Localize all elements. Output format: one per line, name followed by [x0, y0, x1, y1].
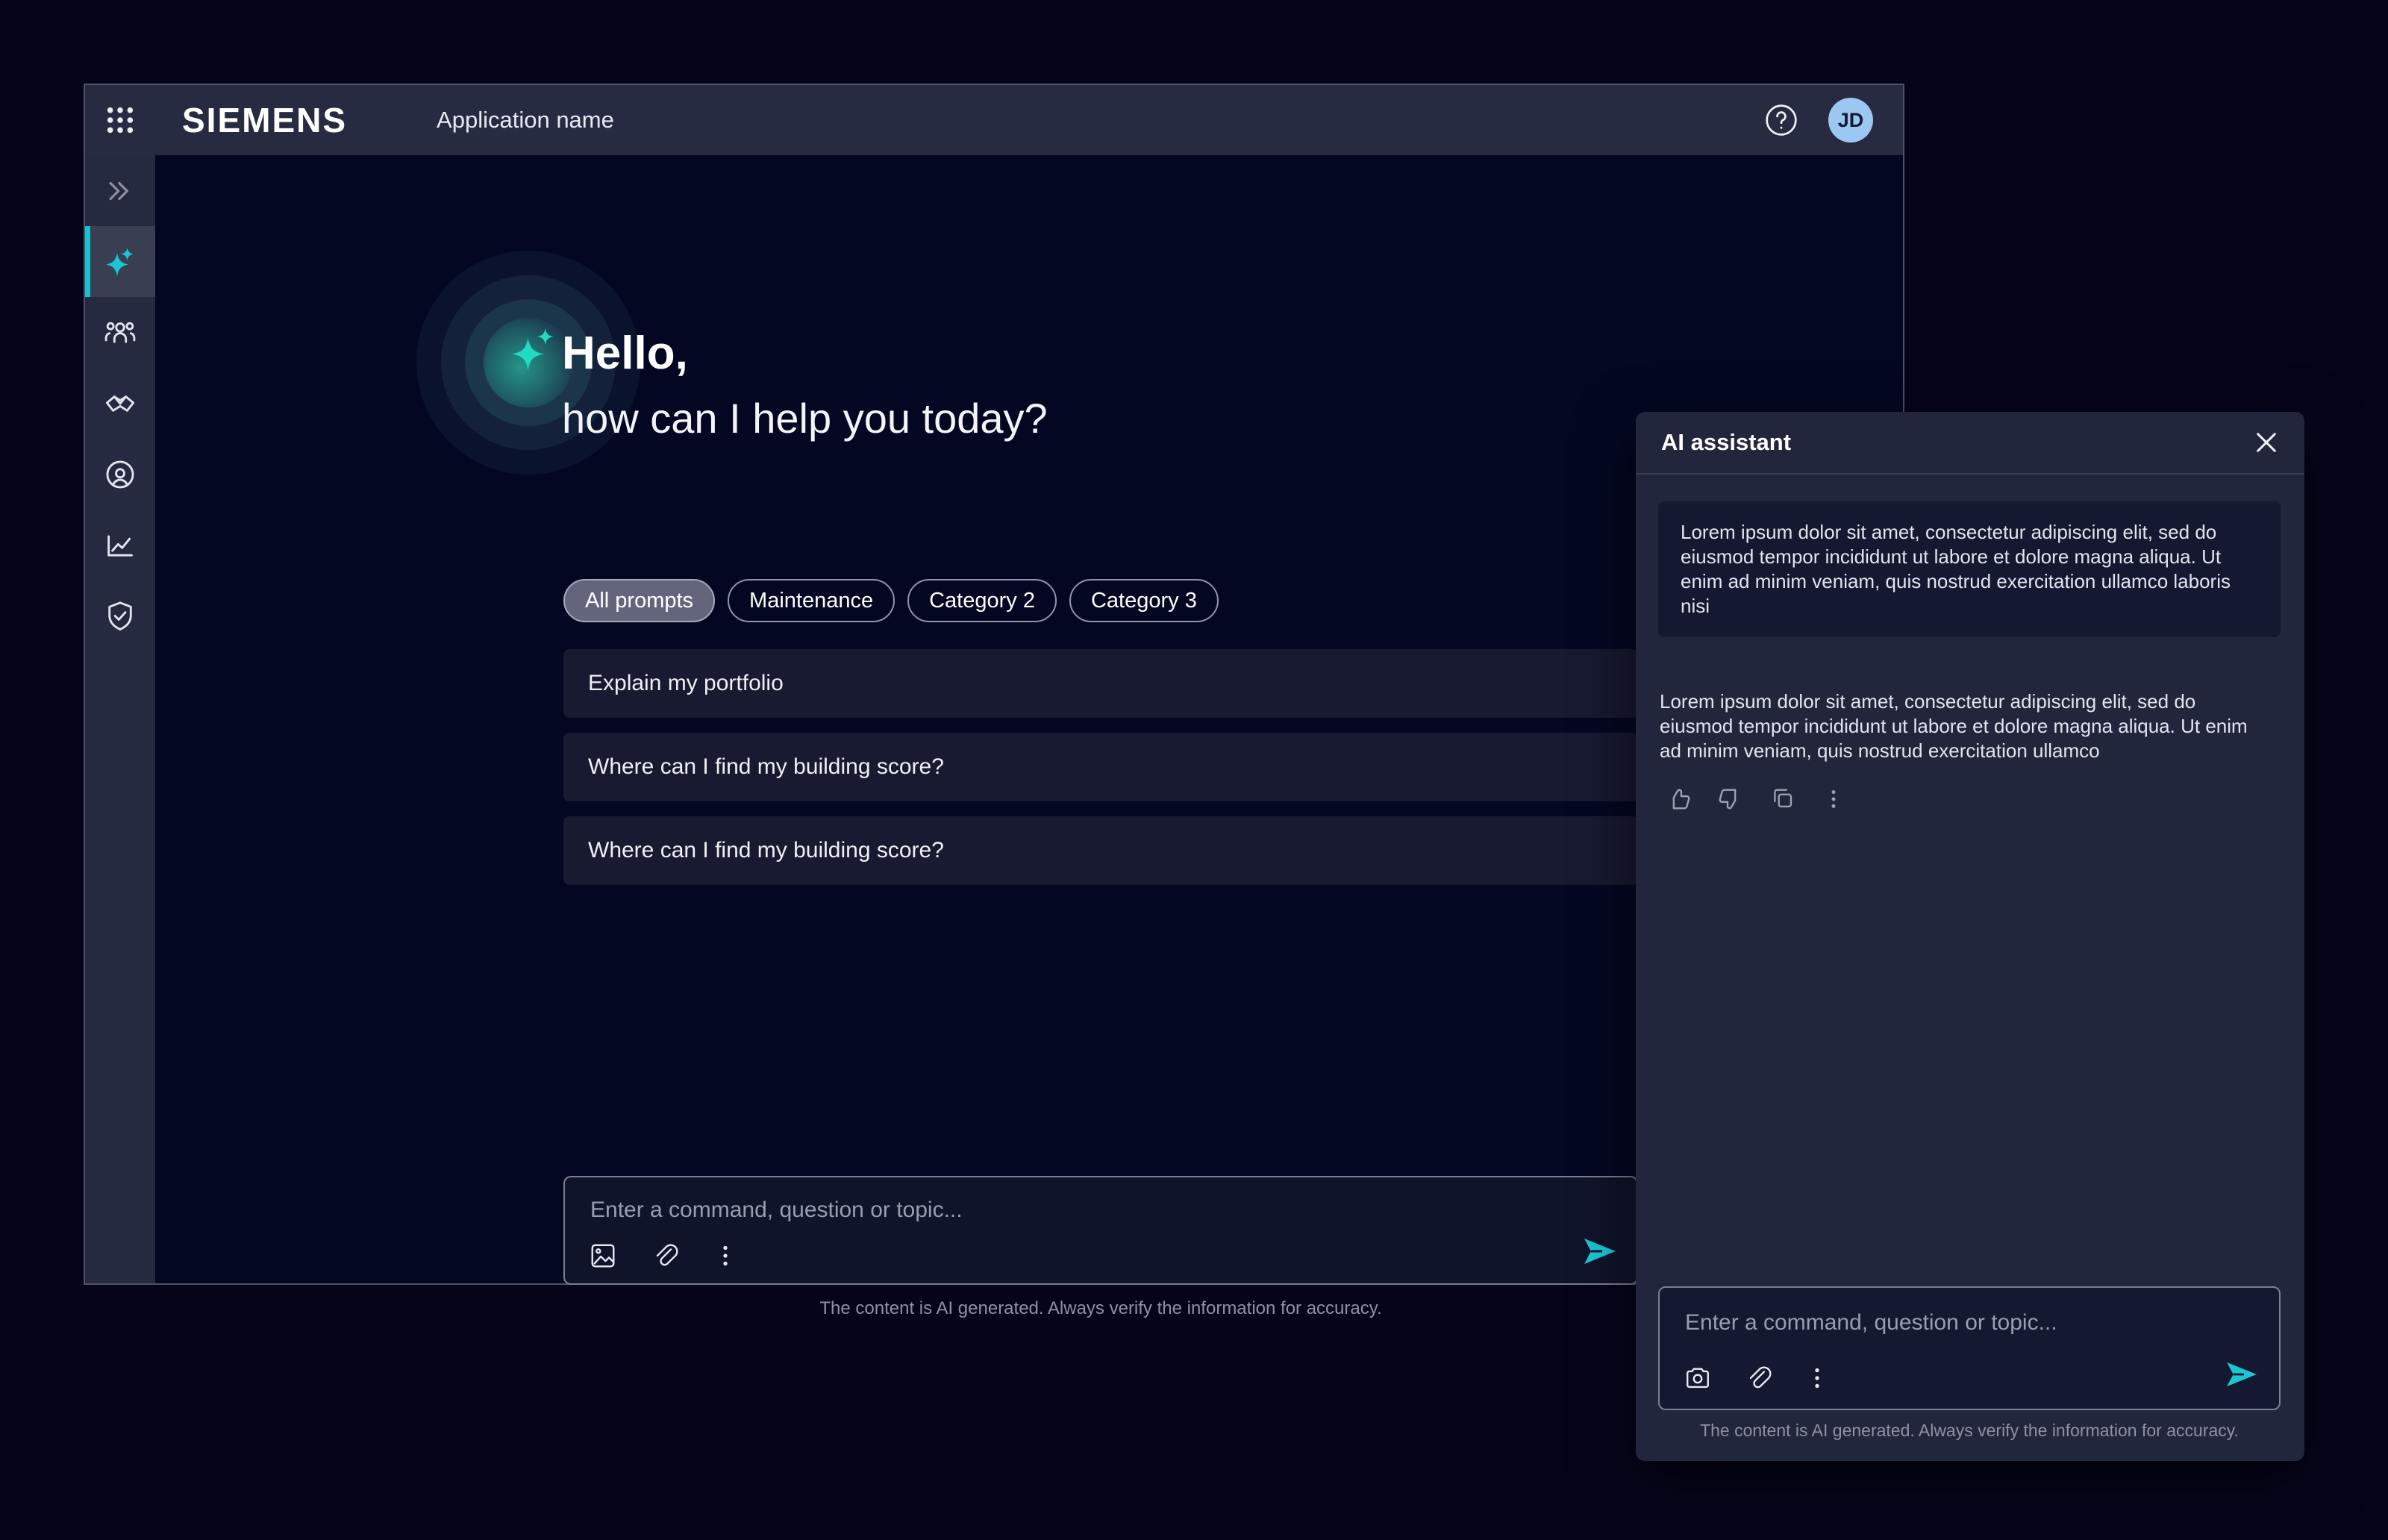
- handshake-icon: [104, 387, 137, 420]
- message-actions: [1664, 785, 1846, 813]
- close-panel-button[interactable]: [2254, 430, 2279, 455]
- header-actions: JD: [1764, 98, 1903, 143]
- double-chevron-right-icon: [104, 175, 136, 207]
- sidebar-item-analytics[interactable]: [85, 510, 155, 580]
- panel-title: AI assistant: [1661, 429, 1791, 456]
- panel-command-input[interactable]: [1684, 1304, 2239, 1342]
- app-header: SIEMENS Application name JD: [85, 85, 1903, 155]
- app-window: SIEMENS Application name JD: [84, 84, 1904, 1285]
- sidebar-item-ai-assistant[interactable]: [85, 226, 155, 297]
- panel-ai-disclaimer: The content is AI generated. Always veri…: [1658, 1421, 2281, 1441]
- shield-check-icon: [104, 600, 137, 633]
- app-title: Application name: [437, 107, 614, 134]
- brand-logo: SIEMENS: [182, 100, 347, 140]
- send-icon: [1583, 1237, 1617, 1265]
- user-circle-icon: [104, 458, 137, 491]
- apps-grid-icon: [105, 105, 135, 135]
- camera-icon: [1684, 1364, 1712, 1392]
- panel-attach-file-button[interactable]: [1743, 1364, 1772, 1392]
- chip-all-prompts[interactable]: All prompts: [563, 579, 715, 622]
- attach-image-button[interactable]: [589, 1242, 617, 1270]
- copy-button[interactable]: [1769, 785, 1797, 813]
- hero-question: how can I help you today?: [562, 394, 1048, 442]
- user-message: Lorem ipsum dolor sit amet, consectetur …: [1658, 501, 2281, 637]
- prompt-card[interactable]: Where can I find my building score?: [563, 816, 1638, 885]
- panel-send-button[interactable]: [2225, 1361, 2258, 1388]
- sidebar-item-support[interactable]: [85, 439, 155, 510]
- sidebar-item-people[interactable]: [85, 297, 155, 368]
- chip-category-2[interactable]: Category 2: [907, 579, 1057, 622]
- panel-composer: [1658, 1286, 2281, 1410]
- help-button[interactable]: [1764, 103, 1798, 137]
- paperclip-icon: [650, 1242, 678, 1270]
- help-icon: [1764, 103, 1798, 137]
- camera-button[interactable]: [1684, 1364, 1712, 1392]
- panel-more-options-button[interactable]: [1803, 1364, 1831, 1392]
- kebab-menu-icon: [711, 1242, 740, 1270]
- sidebar-expand-button[interactable]: [85, 155, 155, 226]
- copy-icon: [1769, 785, 1797, 813]
- attach-file-button[interactable]: [650, 1242, 678, 1270]
- message-more-button[interactable]: [1821, 786, 1846, 812]
- people-group-icon: [104, 316, 137, 349]
- thumbs-down-button[interactable]: [1716, 785, 1745, 813]
- sparkle-icon: [510, 327, 558, 382]
- ai-disclaimer: The content is AI generated. Always veri…: [563, 1298, 1638, 1319]
- close-icon: [2254, 430, 2279, 455]
- filter-chips: All prompts Maintenance Category 2 Categ…: [563, 579, 1219, 622]
- chip-maintenance[interactable]: Maintenance: [728, 579, 895, 622]
- sidebar-item-partners[interactable]: [85, 368, 155, 439]
- panel-composer-tools: [1684, 1364, 1831, 1392]
- more-options-button[interactable]: [711, 1242, 740, 1270]
- image-icon: [589, 1242, 617, 1270]
- thumbs-up-icon: [1664, 785, 1692, 813]
- prompt-card-list: Explain my portfolio Where can I find my…: [563, 649, 1638, 885]
- ai-assistant-panel: AI assistant Lorem ipsum dolor sit amet,…: [1636, 412, 2304, 1461]
- send-icon: [2225, 1361, 2258, 1388]
- chip-category-3[interactable]: Category 3: [1069, 579, 1219, 622]
- command-input[interactable]: [589, 1191, 1562, 1230]
- sidebar-item-security[interactable]: [85, 580, 155, 651]
- prompt-card[interactable]: Where can I find my building score?: [563, 733, 1638, 801]
- paperclip-icon: [1743, 1364, 1772, 1392]
- panel-header: AI assistant: [1636, 412, 2304, 475]
- kebab-menu-icon: [1821, 786, 1846, 812]
- hero-sparkle-wrap: [510, 327, 558, 382]
- send-button[interactable]: [1583, 1237, 1617, 1265]
- prompt-card[interactable]: Explain my portfolio: [563, 649, 1638, 718]
- thumbs-down-icon: [1716, 785, 1745, 813]
- thumbs-up-button[interactable]: [1664, 785, 1692, 813]
- main-composer: [563, 1176, 1638, 1285]
- app-launcher-button[interactable]: [85, 85, 155, 155]
- assistant-message: Lorem ipsum dolor sit amet, consectetur …: [1660, 689, 2254, 763]
- ai-sparkle-icon: [104, 245, 137, 278]
- line-chart-icon: [104, 529, 137, 562]
- composer-tools: [589, 1242, 740, 1270]
- sidebar: [85, 155, 155, 1283]
- hero-greeting: Hello,: [562, 327, 688, 380]
- kebab-menu-icon: [1803, 1364, 1831, 1392]
- avatar[interactable]: JD: [1828, 98, 1873, 143]
